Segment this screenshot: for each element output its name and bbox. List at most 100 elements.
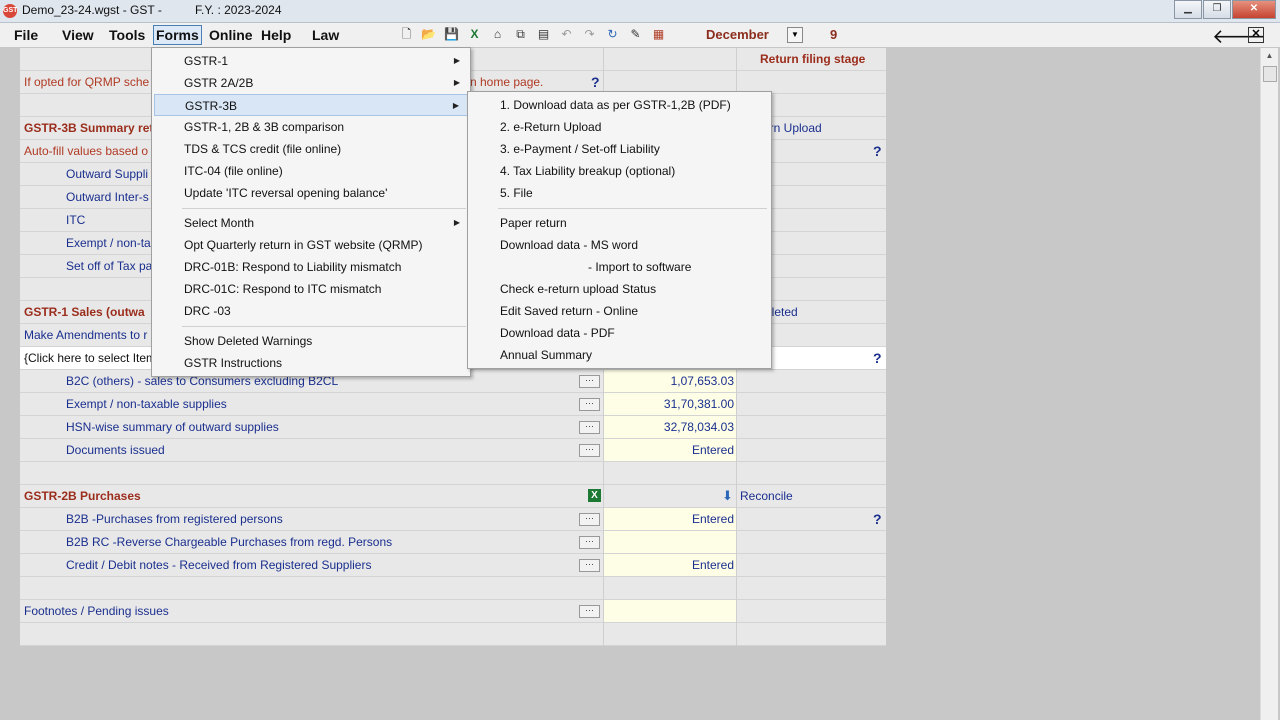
submenu-item-download-pdf-data[interactable]: Download data - PDF	[470, 322, 769, 344]
gstr2b-section-title: GSTR-2B Purchases	[24, 489, 141, 503]
menu-item-label: GSTR Instructions	[184, 356, 283, 370]
scroll-up-icon[interactable]: ▲	[1261, 48, 1278, 64]
select-item-field[interactable]: {Click here to select Item	[24, 347, 156, 369]
forms-menu-item-gstr3b[interactable]: GSTR-3B ▶	[154, 94, 468, 116]
hsn-summary-link[interactable]: HSN-wise summary of outward supplies	[66, 416, 279, 438]
menu-forms[interactable]: Forms	[153, 25, 202, 45]
forms-menu-item-instructions[interactable]: GSTR Instructions	[154, 352, 468, 374]
exempt-supplies-link[interactable]: Exempt / non-taxable supplies	[66, 393, 227, 415]
itc-link[interactable]: ITC	[66, 209, 85, 231]
forms-menu-item-drc03[interactable]: DRC -03	[154, 300, 468, 322]
forms-menu-item-gstr2a2b[interactable]: GSTR 2A/2B ▶	[154, 72, 468, 94]
close-window-button[interactable]: ✕	[1232, 0, 1276, 19]
outward-supplies-link[interactable]: Outward Suppli	[66, 163, 148, 185]
copy-icon[interactable]: ⧉	[513, 27, 528, 42]
submenu-item-download-pdf[interactable]: 1. Download data as per GSTR-1,2B (PDF)	[470, 94, 769, 116]
refresh-icon[interactable]: ↻	[605, 27, 620, 42]
footnotes-link[interactable]: Footnotes / Pending issues	[24, 600, 169, 622]
autofill-link[interactable]: Auto-fill values based o	[24, 140, 148, 162]
submenu-item-edit-saved[interactable]: Edit Saved return - Online	[470, 300, 769, 322]
forms-menu-item-comparison[interactable]: GSTR-1, 2B & 3B comparison	[154, 116, 468, 138]
setoff-link[interactable]: Set off of Tax pa	[66, 255, 152, 277]
forms-menu-item-qrmp[interactable]: Opt Quarterly return in GST website (QRM…	[154, 234, 468, 256]
vertical-scrollbar[interactable]: ▲	[1260, 48, 1278, 720]
report-icon[interactable]: ▤	[536, 27, 551, 42]
tax-icon[interactable]: ▦	[651, 27, 666, 42]
more-button[interactable]: ···	[579, 559, 600, 572]
forms-menu-item-deleted-warnings[interactable]: Show Deleted Warnings	[154, 330, 468, 352]
new-file-icon[interactable]: 🗋	[399, 27, 414, 42]
help-icon[interactable]: ?	[591, 71, 600, 93]
help-icon[interactable]: ?	[873, 347, 882, 369]
documents-issued-link[interactable]: Documents issued	[66, 439, 165, 461]
chevron-down-icon[interactable]: ▼	[787, 27, 803, 43]
more-button[interactable]: ···	[579, 398, 600, 411]
help-icon[interactable]: ?	[873, 140, 882, 162]
b2b-rc-link[interactable]: B2B RC -Reverse Chargeable Purchases fro…	[66, 531, 392, 553]
submenu-item-import[interactable]: - Import to software	[470, 256, 769, 278]
menu-item-label: Download data - PDF	[500, 326, 615, 340]
help-icon[interactable]: ?	[873, 508, 882, 530]
submenu-item-annual-summary[interactable]: Annual Summary	[470, 344, 769, 366]
close-icon[interactable]: ✕	[1248, 27, 1264, 43]
submenu-item-paper-return[interactable]: Paper return	[470, 212, 769, 234]
menu-item-label: DRC -03	[184, 304, 231, 318]
b2b-purchases-link[interactable]: B2B -Purchases from registered persons	[66, 508, 283, 530]
more-button[interactable]: ···	[579, 375, 600, 388]
save-icon[interactable]: 💾	[444, 27, 459, 42]
more-button[interactable]: ···	[579, 513, 600, 526]
menu-item-label: GSTR-1, 2B & 3B comparison	[184, 120, 345, 134]
forms-menu: GSTR-1 ▶ GSTR 2A/2B ▶ GSTR-3B ▶ GSTR-1, 2B …	[151, 47, 471, 377]
menu-online[interactable]: Online	[207, 26, 255, 44]
table-row	[20, 623, 886, 646]
redo-icon[interactable]: ↷	[582, 27, 597, 42]
menu-file[interactable]: File	[12, 26, 40, 44]
submenu-item-e-return-upload[interactable]: 2. e-Return Upload	[470, 116, 769, 138]
forms-menu-item-gstr1[interactable]: GSTR-1 ▶	[154, 50, 468, 72]
minimize-button[interactable]: ▁	[1174, 0, 1202, 19]
menu-law[interactable]: Law	[310, 26, 341, 44]
submenu-item-download-word[interactable]: Download data - MS word	[470, 234, 769, 256]
menu-separator	[498, 208, 767, 209]
month-selector-label[interactable]: December	[706, 27, 769, 42]
menu-tools[interactable]: Tools	[107, 26, 147, 44]
open-folder-icon[interactable]: 📂	[421, 27, 436, 42]
more-button[interactable]: ···	[579, 605, 600, 618]
more-button[interactable]: ···	[579, 421, 600, 434]
menu-help[interactable]: Help	[259, 26, 293, 44]
submenu-item-file[interactable]: 5. File	[470, 182, 769, 204]
amendments-link[interactable]: Make Amendments to r	[24, 324, 147, 346]
download-icon[interactable]: ⬇	[722, 485, 733, 507]
submenu-item-tax-liability[interactable]: 4. Tax Liability breakup (optional)	[470, 160, 769, 182]
more-button[interactable]: ···	[579, 444, 600, 457]
forms-menu-item-drc01c[interactable]: DRC-01C: Respond to ITC mismatch	[154, 278, 468, 300]
menu-item-label: Download data - MS word	[500, 238, 639, 252]
excel-icon[interactable]: X	[588, 489, 601, 502]
forms-menu-item-tds-tcs[interactable]: TDS & TCS credit (file online)	[154, 138, 468, 160]
forms-menu-item-select-month[interactable]: Select Month ▶	[154, 212, 468, 234]
table-row	[20, 577, 886, 600]
submenu-item-check-status[interactable]: Check e-return upload Status	[470, 278, 769, 300]
undo-icon[interactable]: ↶	[559, 27, 574, 42]
menu-item-label: GSTR-1	[184, 54, 229, 68]
menu-item-label: Show Deleted Warnings	[184, 334, 313, 348]
submenu-item-e-payment[interactable]: 3. e-Payment / Set-off Liability	[470, 138, 769, 160]
reconcile-link[interactable]: Reconcile	[740, 485, 793, 507]
home-icon[interactable]: ⌂	[490, 27, 505, 42]
restore-button[interactable]: ❐	[1203, 0, 1231, 19]
qrmp-note[interactable]: If opted for QRMP sche	[24, 71, 149, 93]
more-button[interactable]: ···	[579, 536, 600, 549]
forms-menu-item-drc01b[interactable]: DRC-01B: Respond to Liability mismatch	[154, 256, 468, 278]
excel-icon[interactable]: X	[467, 27, 482, 42]
b2b-rc-value	[604, 531, 736, 553]
credit-debit-link[interactable]: Credit / Debit notes - Received from Reg…	[66, 554, 371, 576]
forms-menu-item-itc-reversal[interactable]: Update 'ITC reversal opening balance'	[154, 182, 468, 204]
outward-inter-link[interactable]: Outward Inter-s	[66, 186, 149, 208]
menu-item-label: DRC-01C: Respond to ITC mismatch	[184, 282, 382, 296]
edit-icon[interactable]: ✎	[628, 27, 643, 42]
table-row: B2B -Purchases from registered persons ·…	[20, 508, 886, 531]
forms-menu-item-itc04[interactable]: ITC-04 (file online)	[154, 160, 468, 182]
menu-view[interactable]: View	[60, 26, 96, 44]
exempt-link[interactable]: Exempt / non-ta	[66, 232, 151, 254]
scroll-thumb[interactable]	[1263, 66, 1277, 82]
